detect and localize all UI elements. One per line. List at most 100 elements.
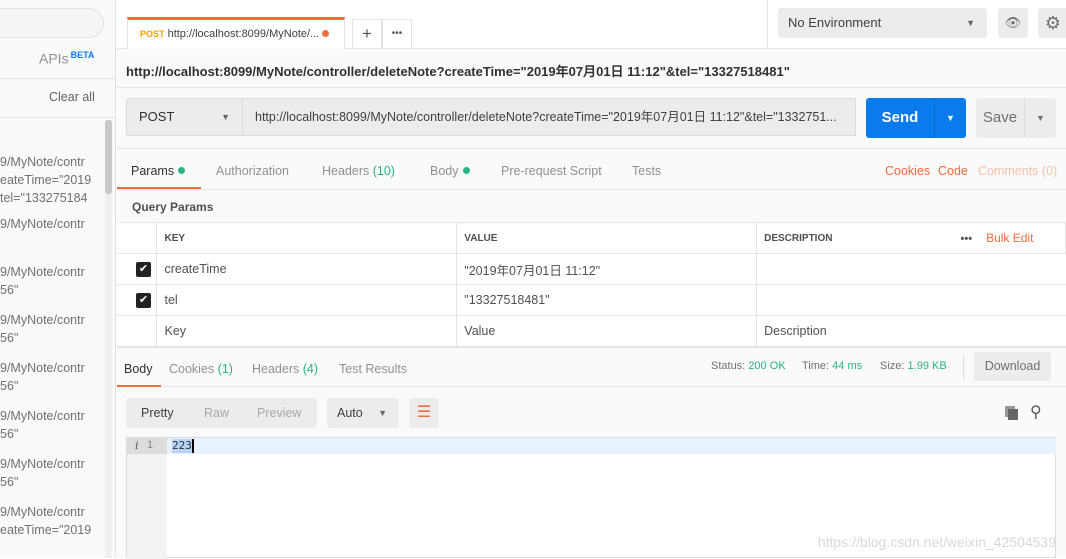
response-tab-cookies[interactable]: Cookies (1) (169, 362, 233, 376)
send-options-chevron-icon[interactable]: ▼ (934, 98, 966, 138)
table-row-new: Key Value Description (117, 315, 1066, 347)
download-button[interactable]: Download (974, 352, 1051, 381)
request-tab[interactable]: POST http://localhost:8099/MyNote/... (127, 17, 345, 49)
preview-button[interactable]: Preview (257, 398, 301, 428)
info-icon: i (135, 439, 139, 452)
history-item[interactable]: 9/MyNote/contr 56" (0, 311, 85, 347)
col-key: KEY (156, 222, 458, 254)
settings-button[interactable]: ⚙ (1038, 8, 1066, 38)
chevron-down-icon: ▼ (221, 112, 230, 122)
table-row: ✔ tel "13327518481" (117, 284, 1066, 316)
tab-more-button[interactable]: ••• (382, 19, 412, 49)
format-select[interactable]: Auto ▼ (327, 398, 399, 428)
sidebar-scrollbar[interactable] (105, 120, 112, 558)
query-params-title: Query Params (132, 200, 214, 214)
param-description[interactable] (756, 253, 1066, 285)
table-actions: ••• Bulk Edit (953, 222, 1066, 254)
divider (117, 189, 1066, 190)
save-options-chevron-icon[interactable]: ▼ (1024, 98, 1056, 138)
tab-tests[interactable]: Tests (632, 164, 661, 178)
status-dot-icon (462, 167, 470, 174)
copy-icon[interactable] (1005, 406, 1018, 420)
size-label: Size: (880, 360, 905, 372)
sidebar-search-input[interactable] (0, 8, 104, 38)
environment-select[interactable]: No Environment ▼ (778, 8, 987, 38)
history-item-text: 56" (0, 475, 19, 489)
status-value: 200 OK (748, 360, 786, 372)
tab-params[interactable]: Params (131, 164, 186, 178)
history-item-text: 9/MyNote/contr (0, 409, 85, 423)
history-item-text: 56" (0, 283, 19, 297)
time-label: Time: (802, 360, 830, 372)
cookies-link[interactable]: Cookies (885, 164, 930, 178)
checkbox-checked[interactable]: ✔ (136, 293, 151, 308)
new-value-input[interactable]: Value (456, 315, 758, 347)
history-item-text: 9/MyNote/contr (0, 155, 85, 169)
response-tab-headers[interactable]: Headers (4) (252, 362, 318, 376)
cookies-label: Cookies (169, 362, 215, 376)
status-readout: Status: 200 OK (711, 360, 786, 372)
new-tab-button[interactable]: + (352, 19, 382, 49)
check-cell: ✔ (117, 284, 158, 316)
chevron-down-icon: ▼ (378, 408, 387, 418)
method-select[interactable]: POST ▼ (126, 98, 243, 136)
history-item[interactable]: 9/MyNote/contr 56" (0, 455, 85, 491)
tab-pre-request-script[interactable]: Pre-request Script (501, 164, 602, 178)
query-params-table: KEY VALUE DESCRIPTION ••• Bulk Edit ✔ cre… (117, 222, 1066, 347)
param-value[interactable]: "2019年07月01日 11:12" (456, 253, 758, 285)
check-cell: ✔ (117, 253, 158, 285)
param-key[interactable]: tel (156, 284, 458, 316)
tab-title: http://localhost:8099/MyNote/... (167, 28, 320, 40)
check-cell (117, 315, 158, 347)
time-readout: Time: 44 ms (802, 360, 862, 372)
environment-quick-look-button[interactable]: 👁 (998, 8, 1028, 38)
main-panel: POST http://localhost:8099/MyNote/... + … (117, 0, 1066, 559)
wrap-lines-button[interactable]: ☰ (409, 398, 439, 428)
new-key-input[interactable]: Key (156, 315, 458, 347)
raw-button[interactable]: Raw (204, 398, 229, 428)
environment-label: No Environment (788, 15, 882, 30)
col-description: DESCRIPTION (756, 222, 954, 254)
comments-link[interactable]: Comments (0) (978, 164, 1057, 178)
tab-body[interactable]: Body (430, 164, 470, 178)
new-description-input[interactable]: Description (756, 315, 1066, 347)
search-icon[interactable]: ⚲ (1030, 402, 1042, 422)
request-name: http://localhost:8099/MyNote/controller/… (126, 64, 790, 79)
history-item[interactable]: 9/MyNote/contr eateTime="2019 (0, 503, 91, 539)
tab-apis[interactable]: APIs BETA (39, 50, 94, 67)
history-item-text: 9/MyNote/contr (0, 505, 85, 519)
history-item[interactable]: 9/MyNote/contr 56" (0, 359, 85, 395)
param-description[interactable] (756, 284, 1066, 316)
params-label: Params (131, 164, 175, 178)
history-item[interactable]: 9/MyNote/contr 56" (0, 407, 85, 443)
code-link[interactable]: Code (938, 164, 968, 178)
history-item[interactable]: 9/MyNote/contr 56" (0, 263, 85, 299)
checkbox-checked[interactable]: ✔ (136, 262, 151, 277)
history-item-text: tel="133275184 (0, 191, 88, 205)
bulk-edit-link[interactable]: Bulk Edit (986, 231, 1033, 245)
param-value[interactable]: "13327518481" (456, 284, 758, 316)
history-item-text: 9/MyNote/contr (0, 217, 85, 231)
url-input[interactable]: http://localhost:8099/MyNote/controller/… (242, 98, 856, 136)
response-tab-body[interactable]: Body (124, 362, 153, 376)
check-col (117, 222, 158, 254)
save-button[interactable]: Save ▼ (976, 98, 1056, 138)
tab-authorization[interactable]: Authorization (216, 164, 289, 178)
divider (767, 0, 768, 49)
active-tab-indicator (117, 385, 161, 387)
more-icon[interactable]: ••• (961, 233, 973, 245)
history-item[interactable]: 9/MyNote/contr eateTime="2019 tel="1332751… (0, 153, 91, 207)
response-tab-test-results[interactable]: Test Results (339, 362, 407, 376)
history-item[interactable]: 9/MyNote/contr (0, 215, 85, 233)
tab-headers[interactable]: Headers (10) (322, 164, 395, 178)
scrollbar-thumb[interactable] (105, 120, 112, 194)
chevron-down-icon: ▼ (966, 18, 975, 28)
pretty-button[interactable]: Pretty (141, 398, 174, 428)
send-button[interactable]: Send ▼ (866, 98, 966, 138)
col-value: VALUE (456, 222, 758, 254)
clear-all-button[interactable]: Clear all (49, 90, 95, 104)
history-item-text: 56" (0, 427, 19, 441)
history-item-text: eateTime="2019 (0, 523, 92, 537)
param-key[interactable]: createTime (156, 253, 458, 285)
headers-count: (10) (372, 164, 395, 178)
